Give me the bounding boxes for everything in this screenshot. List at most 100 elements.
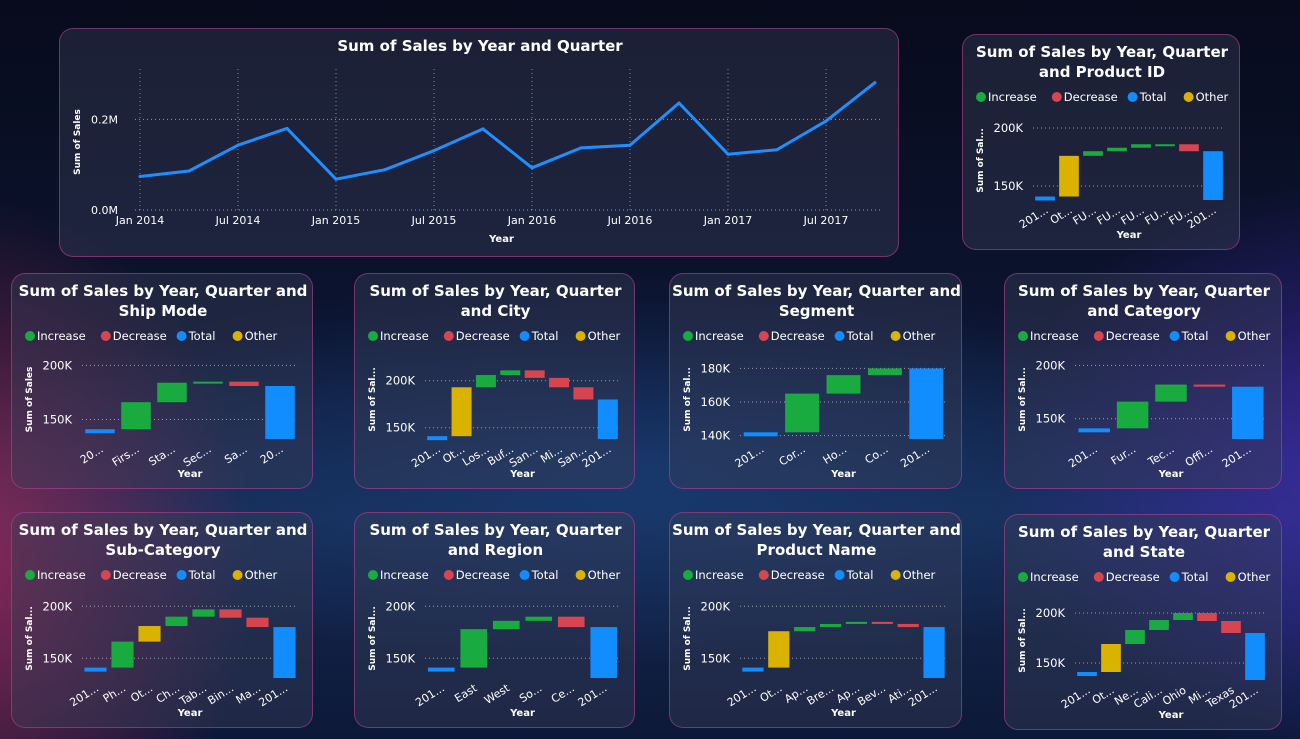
x-tick-label: Jul 2015 bbox=[411, 214, 457, 227]
legend-other-marker bbox=[232, 570, 243, 580]
legend-increase-marker bbox=[683, 331, 693, 341]
waterfall-card-product-id[interactable]: Sum of Sales by Year, Quarter and Product… bbox=[962, 34, 1240, 250]
waterfall-bar-decrease bbox=[1197, 613, 1217, 621]
waterfall-svg: Sum of Sales by Year, Quarter and Product… bbox=[976, 43, 1229, 241]
legend-decrease-label: Decrease bbox=[1106, 570, 1160, 584]
x-tick-label: San... bbox=[507, 443, 540, 471]
waterfall-card-segment[interactable]: Sum of Sales by Year, Quarter and Segment… bbox=[669, 273, 962, 489]
chart-title: Ship Mode bbox=[119, 302, 208, 320]
x-axis-title: Year bbox=[830, 708, 856, 719]
legend-increase-marker bbox=[1018, 331, 1028, 341]
waterfall-card-city[interactable]: Sum of Sales by Year, Quarter and City Inc… bbox=[354, 273, 635, 489]
x-tick-label: FU... bbox=[1119, 204, 1147, 228]
x-tick-label: Offi... bbox=[1183, 443, 1215, 470]
x-tick-label: Cor... bbox=[777, 443, 808, 469]
waterfall-card-state[interactable]: Sum of Sales by Year, Quarter and State In… bbox=[1004, 514, 1282, 730]
waterfall-bar-total bbox=[909, 368, 944, 439]
chart-title: and Product ID bbox=[1039, 63, 1165, 81]
x-tick-label: Sec... bbox=[181, 443, 214, 470]
waterfall-bar-total bbox=[1203, 151, 1223, 200]
legend-increase-label: Increase bbox=[380, 329, 429, 343]
legend-total-label: Total bbox=[846, 329, 874, 343]
waterfall-bar-decrease bbox=[246, 617, 269, 628]
waterfall-bar-increase bbox=[1131, 144, 1151, 148]
waterfall-bar-total bbox=[84, 667, 107, 672]
x-tick-label: Co... bbox=[863, 443, 891, 467]
y-tick-label: 200K bbox=[994, 121, 1024, 135]
y-tick-label: 150K bbox=[1036, 412, 1066, 426]
waterfall-card-ship-mode[interactable]: Sum of Sales by Year, Quarter and Ship Mo… bbox=[11, 273, 313, 489]
legend-increase-label: Increase bbox=[380, 568, 429, 582]
waterfall-bar-decrease bbox=[897, 623, 919, 628]
legend-total-label: Total bbox=[531, 568, 559, 582]
waterfall-bar-total bbox=[742, 667, 764, 672]
waterfall-bar-decrease bbox=[229, 381, 259, 386]
x-axis-title: Year bbox=[177, 469, 203, 480]
waterfall-bar-total bbox=[273, 627, 296, 678]
y-tick-label: 0.2M bbox=[91, 113, 118, 126]
chart-title: Segment bbox=[779, 302, 854, 320]
legend-other-label: Other bbox=[1196, 90, 1229, 104]
waterfall-card-sub-category[interactable]: Sum of Sales by Year, Quarter and Sub-Cat… bbox=[11, 512, 313, 728]
waterfall-bar-increase bbox=[475, 375, 496, 388]
legend-other-label: Other bbox=[588, 329, 621, 343]
x-tick-label: West bbox=[482, 681, 512, 707]
chart-title: Sum of Sales by Year, Quarter and bbox=[19, 282, 308, 300]
legend-increase-label: Increase bbox=[1030, 570, 1079, 584]
x-tick-label: Sa... bbox=[222, 443, 249, 467]
chart-title: and Region bbox=[448, 541, 543, 559]
data-point bbox=[432, 149, 436, 153]
y-tick-label: 200K bbox=[1036, 606, 1066, 620]
chart-title: Sum of Sales by Year, Quarter and bbox=[672, 282, 961, 300]
x-tick-label: FU... bbox=[1143, 204, 1171, 228]
legend-decrease-label: Decrease bbox=[1064, 90, 1118, 104]
legend-other-marker bbox=[232, 331, 243, 341]
x-axis-title: Year bbox=[830, 469, 856, 480]
waterfall-card-product-name[interactable]: Sum of Sales by Year, Quarter and Product… bbox=[669, 512, 962, 728]
x-tick-label: Tec... bbox=[1145, 443, 1177, 469]
chart-title: Sub-Category bbox=[105, 541, 220, 559]
legend-decrease-label: Decrease bbox=[771, 329, 825, 343]
legend-total-marker bbox=[519, 331, 530, 341]
waterfall-bar-other bbox=[768, 631, 790, 668]
legend-total-marker bbox=[519, 570, 530, 580]
y-axis-title: Sum of Sal... bbox=[368, 606, 378, 671]
waterfall-bar-increase bbox=[157, 382, 187, 403]
waterfall-bar-increase bbox=[500, 370, 521, 376]
y-axis-title: Sum of Sal... bbox=[683, 606, 693, 671]
data-point bbox=[334, 177, 338, 181]
x-axis-title: Year bbox=[509, 469, 535, 480]
line-chart-card[interactable]: Sum of Sales by Year and Quarter 0.0M 0.2M… bbox=[59, 28, 899, 257]
data-point bbox=[824, 119, 828, 123]
legend-decrease-label: Decrease bbox=[771, 568, 825, 582]
waterfall-bar-increase bbox=[1125, 630, 1145, 644]
legend-total-label: Total bbox=[1181, 329, 1209, 343]
data-point bbox=[726, 152, 730, 156]
waterfall-card-category[interactable]: Sum of Sales by Year, Quarter and Categor… bbox=[1004, 273, 1282, 489]
legend-other-label: Other bbox=[588, 568, 621, 582]
legend-total-marker bbox=[1127, 92, 1138, 102]
waterfall-bar-increase bbox=[1155, 384, 1187, 402]
waterfall-bar-total bbox=[427, 436, 448, 441]
waterfall-bar-increase bbox=[525, 616, 553, 621]
y-axis-title: Sum of Sal... bbox=[683, 367, 693, 432]
waterfall-card-region[interactable]: Sum of Sales by Year, Quarter and Region I… bbox=[354, 512, 635, 728]
waterfall-bar-increase bbox=[1149, 620, 1169, 630]
x-tick-label: Sta... bbox=[147, 443, 178, 469]
waterfall-bar-total bbox=[265, 385, 295, 439]
waterfall-bar-decrease bbox=[1221, 621, 1241, 633]
waterfall-bar-increase bbox=[1155, 144, 1175, 147]
waterfall-bar-total bbox=[743, 432, 778, 437]
y-tick-label: 180K bbox=[701, 361, 731, 375]
legend-increase-label: Increase bbox=[1030, 329, 1079, 343]
x-tick-label: Fur... bbox=[1109, 443, 1139, 468]
x-axis-title: Year bbox=[177, 708, 203, 719]
data-point bbox=[628, 143, 632, 147]
waterfall-bar-decrease bbox=[573, 387, 594, 400]
waterfall-bar-increase bbox=[794, 627, 816, 632]
waterfall-bar-decrease bbox=[549, 377, 570, 388]
legend-increase-label: Increase bbox=[695, 568, 744, 582]
x-tick-label: Bev... bbox=[855, 682, 888, 709]
chart-title: Sum of Sales by Year, Quarter bbox=[976, 43, 1229, 61]
x-tick-label: 201... bbox=[67, 682, 101, 710]
